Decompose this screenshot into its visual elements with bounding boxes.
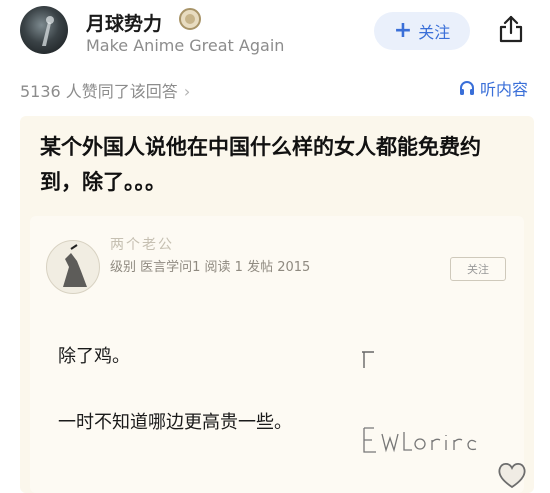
follow-label: 关注: [418, 23, 451, 42]
listen-label: 听内容: [479, 80, 528, 99]
heart-icon[interactable]: [496, 460, 528, 490]
author-name[interactable]: 月球势力: [86, 9, 162, 36]
listen-button[interactable]: 听内容: [458, 76, 528, 100]
author-motto: Make Anime Great Again: [86, 36, 285, 55]
likes-count-link[interactable]: 5136 人赞同了该回答 ›: [20, 78, 190, 102]
forum-reply-screenshot: 两个老公 级别 医言学问1 阅读 1 发帖 2015 关注 除了鸡。 一时不知道…: [30, 216, 526, 493]
chevron-right-icon: ›: [183, 82, 191, 101]
author-avatar[interactable]: [20, 6, 68, 54]
forum-follow-button: 关注: [450, 257, 506, 281]
likes-text: 5136 人赞同了该回答: [20, 82, 178, 101]
plus-icon: +: [393, 18, 413, 43]
follow-button[interactable]: + 关注: [374, 12, 470, 50]
signature-watermark: [363, 427, 477, 453]
watermark-mark: [362, 351, 374, 368]
forum-username: 两个老公: [110, 237, 174, 253]
share-icon[interactable]: [497, 14, 525, 44]
answer-image-card: 某个外国人说他在中国什么样的女人都能免费约到，除了。。。 两个老公 级别 医言学…: [20, 116, 534, 493]
reply-line-1: 除了鸡。: [58, 346, 130, 367]
headphones-icon: [459, 81, 474, 95]
medal-badge-icon: [179, 8, 201, 30]
question-title: 某个外国人说他在中国什么样的女人都能免费约到，除了。。。: [40, 135, 481, 194]
forum-meta: 级别 医言学问1 阅读 1 发帖 2015: [110, 260, 311, 275]
forum-avatar: [46, 240, 100, 294]
reply-line-2: 一时不知道哪边更高贵一些。: [58, 412, 292, 433]
